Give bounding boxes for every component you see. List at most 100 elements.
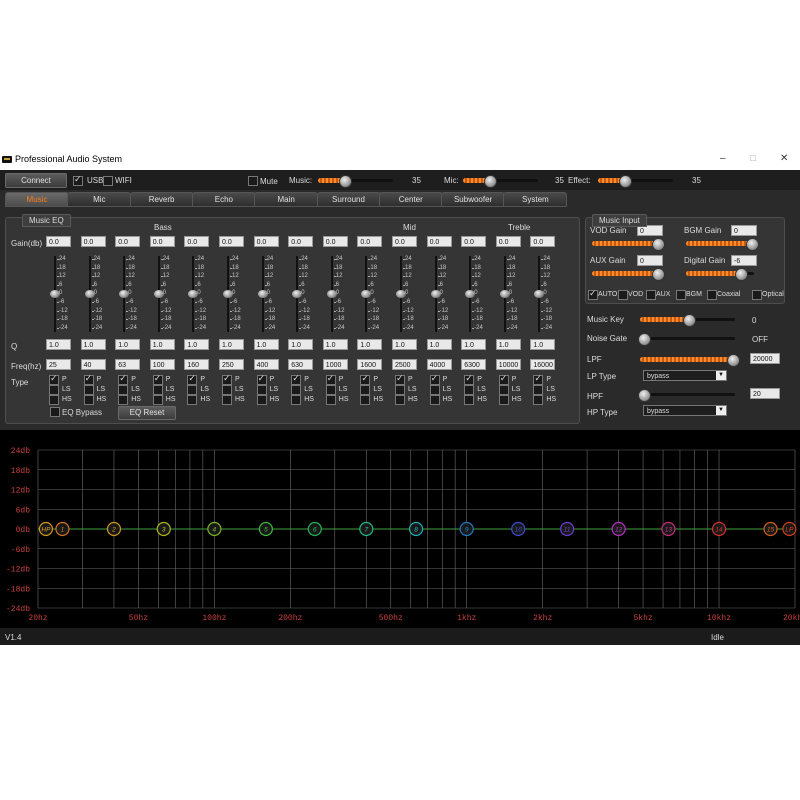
band-14-type-hs-checkbox[interactable] [498,395,509,405]
wifi-checkbox[interactable] [103,176,113,186]
band-8-type-p-checkbox[interactable] [291,373,302,385]
music-volume-slider[interactable] [318,175,398,188]
band-15-type-hs-checkbox[interactable] [533,395,544,405]
tab-subwoofer[interactable]: Subwoofer [441,192,506,207]
band-10-freq-input[interactable]: 1600 [357,359,383,370]
band-10-gain-input[interactable]: 0.0 [357,236,383,247]
band-2-q-input[interactable]: 1.0 [80,339,106,350]
band-14-gain-input[interactable]: 0.0 [495,236,521,247]
source-auto-checkbox[interactable] [588,288,598,300]
maximize-button[interactable]: □ [750,153,756,164]
bgm-gain-input[interactable]: 0 [731,225,757,236]
band-12-type-hs-checkbox[interactable] [429,395,440,405]
band-3-type-p-checkbox[interactable] [118,373,129,385]
slider-knob[interactable] [638,389,651,402]
aux-gain-input[interactable]: 0 [637,255,663,266]
tab-center[interactable]: Center [378,192,443,207]
band-9-gain-input[interactable]: 0.0 [322,236,348,247]
band-12-type-p-checkbox[interactable] [429,373,440,385]
slider-fill[interactable] [640,357,732,362]
band-1-type-ls-checkbox[interactable] [49,385,59,395]
slider-knob[interactable] [746,238,759,251]
band-11-type-p-checkbox[interactable] [395,373,405,385]
tab-music[interactable]: Music [5,192,69,207]
band-6-type-p-checkbox[interactable] [222,373,232,385]
band-13-type-ls-checkbox[interactable] [464,385,475,395]
band-12-freq-input[interactable]: 4000 [426,359,452,370]
mic-volume-slider[interactable] [463,175,543,188]
band-1-type-p-checkbox[interactable] [49,373,59,385]
band-6-q-input[interactable]: 1.0 [219,339,244,350]
band-2-type-hs-checkbox[interactable] [83,395,94,405]
effect-volume-slider[interactable] [598,175,678,188]
band-1-type-hs-checkbox[interactable] [49,395,59,405]
band-4-q-input[interactable]: 1.0 [149,339,175,350]
band-13-freq-input[interactable]: 6300 [461,359,487,370]
band-1-freq-input[interactable]: 25 [46,359,71,370]
band-3-q-input[interactable]: 1.0 [115,339,141,350]
slider-knob[interactable] [638,333,651,346]
band-14-type-ls-checkbox[interactable] [498,385,509,395]
band-5-q-input[interactable]: 1.0 [184,339,210,350]
band-8-gain-input[interactable]: 0.0 [288,236,314,247]
slider-knob[interactable] [727,354,740,367]
slider-fill[interactable] [686,241,751,246]
band-2-freq-input[interactable]: 40 [80,359,106,370]
band-13-gain-input[interactable]: 0.0 [461,236,487,247]
digital-gain-input[interactable]: -6 [731,255,757,266]
tab-surround[interactable]: Surround [316,192,381,207]
band-7-type-p-checkbox[interactable] [256,373,267,385]
band-15-type-p-checkbox[interactable] [533,373,544,385]
band-13-q-input[interactable]: 1.0 [461,339,487,350]
slider-track[interactable] [640,337,735,340]
band-7-freq-input[interactable]: 400 [253,359,279,370]
band-4-type-hs-checkbox[interactable] [152,395,163,405]
band-12-gain-input[interactable]: 0.0 [426,236,452,247]
band-7-gain-input[interactable]: 0.0 [253,236,279,247]
band-4-type-p-checkbox[interactable] [152,373,163,385]
eq-graph-svg[interactable]: 24db 18db 12db 6db 0db -6db -12db -18db -24db20h… [0,430,800,628]
hpf-slider[interactable] [638,389,735,402]
band-15-freq-input[interactable]: 16000 [530,359,556,370]
eq-reset-button[interactable]: EQ Reset [118,406,176,420]
tab-echo[interactable]: Echo [191,192,256,207]
band-8-type-hs-checkbox[interactable] [291,395,302,405]
band-2-type-ls-checkbox[interactable] [83,385,94,395]
hp-type-select[interactable]: bypass ▼ [643,405,727,416]
band-6-type-ls-checkbox[interactable] [222,385,232,395]
band-5-gain-input[interactable]: 0.0 [184,236,210,247]
band-5-type-ls-checkbox[interactable] [187,385,198,395]
band-1-q-input[interactable]: 1.0 [46,339,71,350]
connect-button[interactable]: Connect [5,173,67,188]
lpf-slider[interactable] [640,354,740,367]
band-10-type-hs-checkbox[interactable] [360,395,371,405]
band-7-type-hs-checkbox[interactable] [256,395,267,405]
band-15-type-ls-checkbox[interactable] [533,385,544,395]
source-bgm-checkbox[interactable] [676,290,686,300]
band-8-q-input[interactable]: 1.0 [288,339,314,350]
band-10-q-input[interactable]: 1.0 [357,339,383,350]
slider-knob[interactable] [683,314,696,327]
slider-knob[interactable] [652,268,665,281]
band-9-type-ls-checkbox[interactable] [325,385,336,395]
source-optical-checkbox[interactable] [752,290,762,300]
band-8-freq-input[interactable]: 630 [288,359,314,370]
slider-fill[interactable] [592,271,657,276]
aux-gain-slider[interactable] [592,268,665,281]
band-13-type-p-checkbox[interactable] [464,373,475,385]
band-10-type-ls-checkbox[interactable] [360,385,371,395]
band-9-freq-input[interactable]: 1000 [322,359,348,370]
band-9-q-input[interactable]: 1.0 [322,339,348,350]
band-14-type-p-checkbox[interactable] [498,373,509,385]
slider-fill[interactable] [592,241,657,246]
band-4-type-ls-checkbox[interactable] [152,385,163,395]
slider-track[interactable] [640,393,735,396]
vod-gain-slider[interactable] [592,238,665,251]
band-11-type-hs-checkbox[interactable] [395,395,405,405]
band-5-type-p-checkbox[interactable] [187,373,198,385]
slider-knob[interactable] [652,238,665,251]
band-15-gain-input[interactable]: 0.0 [530,236,556,247]
band-7-type-ls-checkbox[interactable] [256,385,267,395]
band-1-gain-input[interactable]: 0.0 [46,236,71,247]
mute-checkbox[interactable] [248,176,258,186]
